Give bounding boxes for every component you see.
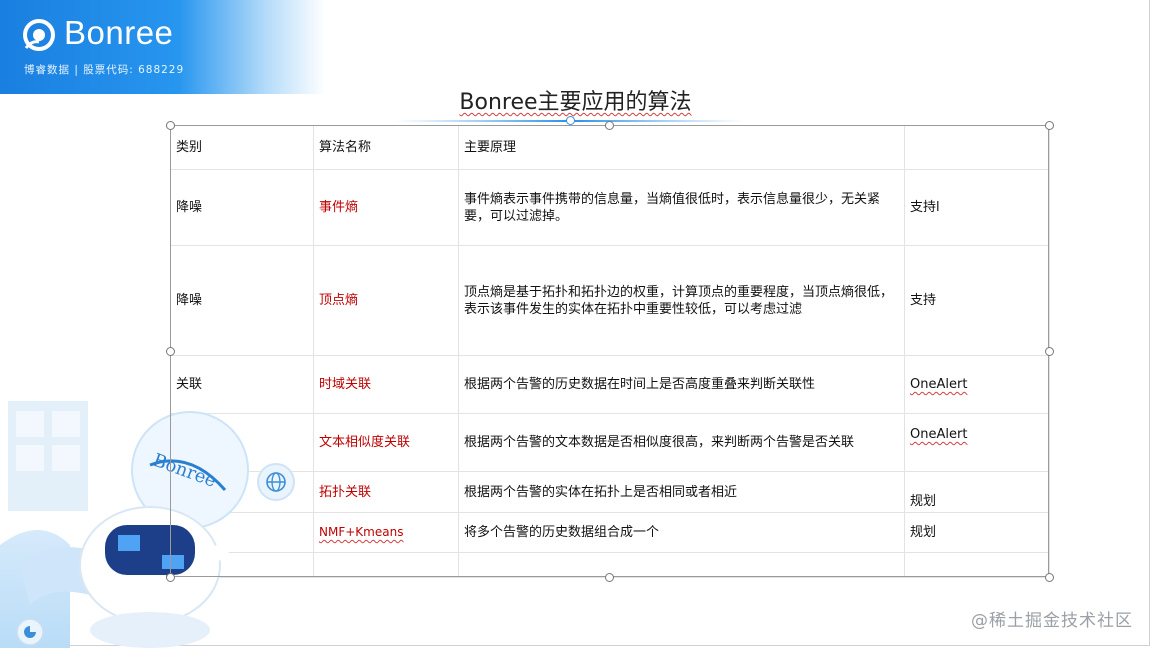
slide-title[interactable]: Bonree主要应用的算法 xyxy=(0,84,1151,116)
rotate-handle[interactable] xyxy=(566,116,575,125)
brand-subtitle: 博睿数据 | 股票代码: 688229 xyxy=(24,64,185,76)
brand-header: Bonree 博睿数据 | 股票代码: 688229 xyxy=(0,0,325,94)
resize-handle-top-left[interactable] xyxy=(166,121,175,130)
resize-handle-bottom[interactable] xyxy=(605,573,614,582)
resize-handle-bottom-right[interactable] xyxy=(1045,573,1054,582)
resize-handle-bottom-left[interactable] xyxy=(166,573,175,582)
resize-handle-top-right[interactable] xyxy=(1045,121,1054,130)
resize-handle-top[interactable] xyxy=(605,121,614,130)
resize-handle-left[interactable] xyxy=(166,347,175,356)
slide-title-text: Bonree主要应用的算法 xyxy=(459,90,692,115)
watermark: @稀土掘金技术社区 xyxy=(971,611,1133,631)
resize-handle-right[interactable] xyxy=(1045,347,1054,356)
brand-name: Bonree xyxy=(64,14,174,51)
bonree-logo-icon xyxy=(23,19,55,51)
pie-chart-icon[interactable] xyxy=(16,618,44,646)
table-selection-frame[interactable] xyxy=(170,125,1049,577)
